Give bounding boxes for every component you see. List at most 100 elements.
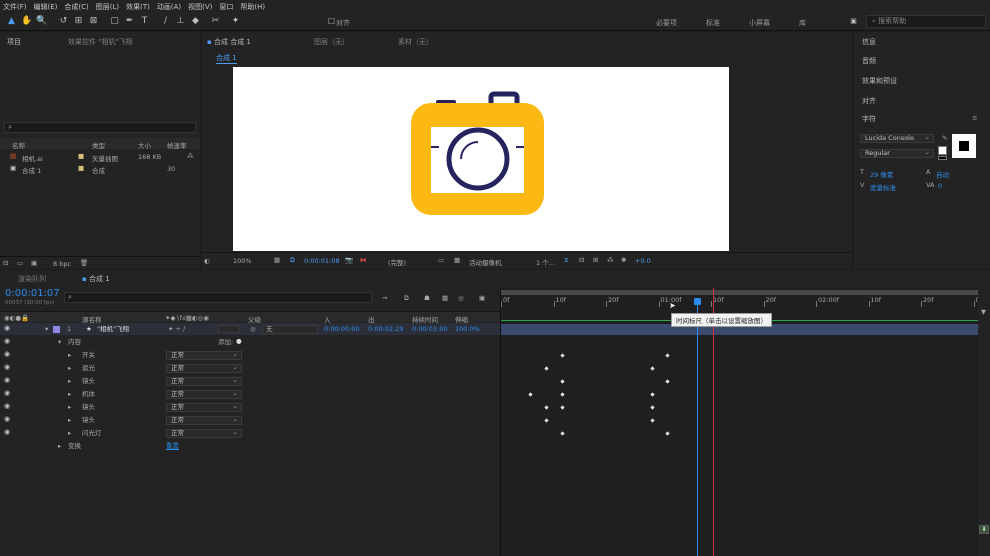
frame-blend-icon[interactable]: ▦ <box>442 294 448 302</box>
flowchart-icon[interactable]: ⊞ <box>593 256 598 264</box>
group-name[interactable]: 遮光 <box>82 362 95 374</box>
expand-arrow-icon[interactable]: ▸ <box>58 440 61 452</box>
pickwhip-icon[interactable]: ◎ <box>250 323 256 335</box>
keyframe[interactable] <box>665 353 670 358</box>
keyframe[interactable] <box>544 418 549 423</box>
group-name[interactable]: 机体 <box>82 388 95 400</box>
motion-blur-icon[interactable]: ◎ <box>458 294 464 302</box>
rotate-tool-icon[interactable]: ↺ <box>58 16 69 27</box>
content-row[interactable]: ◉ ▾ 内容 添加: ● <box>0 336 500 348</box>
layer-duration[interactable]: 0:00:03:00 <box>412 323 448 335</box>
eyedropper-icon[interactable]: ✎ <box>942 134 947 142</box>
selection-tool-icon[interactable]: ▲ <box>6 16 17 27</box>
roto-tool-icon[interactable]: ✂ <box>210 16 221 27</box>
workspace-small-screen[interactable]: 小屏幕 <box>749 18 770 28</box>
keyframe[interactable] <box>560 431 565 436</box>
keyframe[interactable] <box>650 405 655 410</box>
eraser-tool-icon[interactable]: ◆ <box>190 16 201 27</box>
layer-in-time[interactable]: 0:00:00:00 <box>324 323 360 335</box>
grid-icon[interactable]: ▦ <box>274 256 280 264</box>
stroke-color-swatch[interactable] <box>938 156 947 160</box>
keyframe[interactable] <box>650 418 655 423</box>
download-icon[interactable]: ⬇ <box>979 525 989 534</box>
canvas[interactable] <box>233 67 729 251</box>
eye-icon[interactable]: ◉ <box>4 325 12 332</box>
panel-menu-icon[interactable]: ≡ <box>972 114 977 122</box>
current-time-display[interactable]: 0:00:01:07 <box>5 288 60 299</box>
comp-timecode[interactable]: 0:00:01:08 <box>304 257 340 265</box>
workspace-standard[interactable]: 标准 <box>706 18 720 28</box>
expand-arrow-icon[interactable]: ▸ <box>68 414 71 426</box>
fast-preview-icon[interactable]: ⧖ <box>564 256 569 265</box>
comp-timeline-tab[interactable]: ▪ 合成 1 <box>82 274 110 284</box>
menu-item[interactable]: 视图(V) <box>188 2 212 12</box>
font-family-dropdown[interactable]: Lucida Console <box>860 134 934 143</box>
layer-label-color[interactable] <box>53 326 60 333</box>
menu-item[interactable]: 合成(C) <box>64 2 88 12</box>
blend-mode-dropdown[interactable]: 正常 <box>166 429 242 438</box>
character-panel-label[interactable]: 字符 <box>862 114 876 124</box>
new-folder-icon[interactable]: ▭ <box>17 259 23 267</box>
parent-dropdown[interactable]: 无 <box>262 325 318 334</box>
shape-group-row[interactable]: ◉ ▸ 开关 正常 <box>0 349 500 361</box>
bpc-label[interactable]: 8 bpc <box>53 260 71 268</box>
graph-editor-icon[interactable]: ▣ <box>479 294 485 302</box>
eye-icon[interactable]: ◉ <box>4 338 12 345</box>
camera-tool-icon[interactable]: ⊞ <box>73 16 84 27</box>
timeline-scrollbar[interactable]: ▼ ⬇ <box>978 288 990 556</box>
menu-item[interactable]: 帮助(H) <box>240 2 265 12</box>
new-comp-icon[interactable]: ▣ <box>31 259 37 267</box>
clone-tool-icon[interactable]: ⊥ <box>175 16 186 27</box>
trash-icon[interactable]: 🗑 <box>80 259 88 267</box>
tracking-value[interactable]: 0 <box>938 182 942 190</box>
eye-icon[interactable]: ◉ <box>4 429 12 436</box>
shape-group-row[interactable]: ◉ ▸ 遮光 正常 <box>0 362 500 374</box>
color-swap-widget[interactable] <box>952 134 976 158</box>
snapshot-icon[interactable]: 📷 <box>345 256 353 264</box>
group-name[interactable]: 镜头 <box>82 375 95 387</box>
comp-tab[interactable]: ▪ 合成 合成 1 <box>207 37 251 47</box>
blend-mode-dropdown[interactable]: 正常 <box>166 364 242 373</box>
brush-tool-icon[interactable]: / <box>160 16 171 27</box>
keyframe[interactable] <box>560 392 565 397</box>
align-panel-label[interactable]: 对齐 <box>862 96 876 106</box>
exposure-value[interactable]: +0.0 <box>635 257 651 265</box>
zoom-dropdown[interactable]: 100% <box>233 257 252 265</box>
timeline-search-input[interactable]: ⌕ <box>64 292 372 303</box>
blend-mode-dropdown[interactable]: 正常 <box>166 416 242 425</box>
keyframe[interactable] <box>650 366 655 371</box>
group-name[interactable]: 闪光灯 <box>82 427 102 439</box>
zoom-handle-icon[interactable]: ▼ <box>981 308 986 316</box>
eye-icon[interactable]: ◉ <box>4 351 12 358</box>
playhead-handle[interactable] <box>694 298 701 305</box>
col-name[interactable]: 名称 <box>12 140 25 150</box>
effects-presets-label[interactable]: 效果和预设 <box>862 76 897 86</box>
eye-icon[interactable]: ◉ <box>4 390 12 397</box>
trkmat-box[interactable] <box>218 325 240 333</box>
preview-icon[interactable]: ◐ <box>204 257 210 265</box>
layer-switches[interactable]: ✦ ÷ ∕ <box>168 323 185 335</box>
keyframe[interactable] <box>560 405 565 410</box>
timeline-graph[interactable]: 0f10f20f01:00f10f20f02:00f10f20f03:0 时间标… <box>500 288 990 556</box>
add-property-icon[interactable]: ● <box>236 335 242 347</box>
keyframe[interactable] <box>544 405 549 410</box>
transform-row[interactable]: ▸ 变换 重置 <box>0 440 500 452</box>
col-fps[interactable]: 帧速率 <box>167 140 187 150</box>
project-search-input[interactable]: ⌕ <box>4 122 196 133</box>
list-item[interactable]: ▣ 合成 1 ■ 合成 30 <box>0 163 200 175</box>
layer-out-time[interactable]: 0:00:02:29 <box>368 323 404 335</box>
expand-arrow-icon[interactable]: ▾ <box>45 323 48 335</box>
draft-3d-icon[interactable]: ⧉ <box>404 294 409 303</box>
font-style-dropdown[interactable]: Regular <box>860 149 934 158</box>
puppet-tool-icon[interactable]: ✦ <box>230 16 241 27</box>
menu-item[interactable]: 图层(L) <box>96 2 119 12</box>
shape-group-row[interactable]: ◉ ▸ 镜头 正常 <box>0 401 500 413</box>
kerning-value[interactable]: 度量标准 <box>870 182 896 192</box>
col-size[interactable]: 大小 <box>138 140 151 150</box>
footage-tab[interactable]: 素材（无） <box>398 37 433 47</box>
expand-arrow-icon[interactable]: ▸ <box>68 401 71 413</box>
interpret-footage-icon[interactable]: ⊟ <box>3 259 8 267</box>
time-ruler[interactable]: 0f10f20f01:00f10f20f02:00f10f20f03:0 <box>501 296 990 307</box>
group-name[interactable]: 镜头 <box>82 401 95 413</box>
menu-item[interactable]: 编辑(E) <box>34 2 58 12</box>
